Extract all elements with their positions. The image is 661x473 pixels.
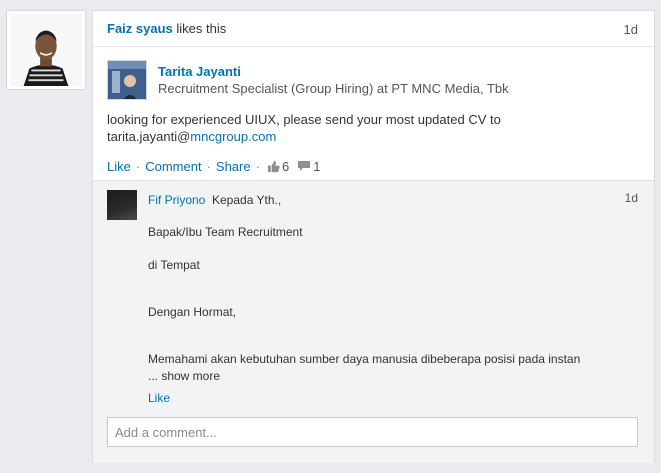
activity-time: 1d — [623, 22, 638, 37]
email-domain-link[interactable]: mncgroup.com — [190, 129, 276, 144]
activity-header: Faiz syaus likes this 1d — [93, 11, 654, 47]
comment-line: Dengan Hormat, — [148, 305, 237, 319]
comment-line: Bapak/Ibu Team Recruitment — [148, 225, 303, 239]
add-comment-input[interactable] — [107, 417, 638, 447]
post-text-line: looking for experienced UIUX, please sen… — [107, 112, 501, 127]
comment-line: Memahami akan kebutuhan sumber daya manu… — [148, 352, 581, 366]
like-count[interactable]: 6 — [282, 159, 289, 174]
author-photo — [108, 61, 146, 99]
email-user: tarita.jayanti@ — [107, 129, 191, 144]
separator: · — [135, 158, 141, 174]
comment-line: di Tempat — [148, 258, 200, 272]
comment-author-avatar[interactable] — [107, 190, 137, 220]
actor-avatar[interactable] — [6, 10, 86, 90]
separator: · — [255, 158, 260, 174]
comment-time: 1d — [624, 191, 638, 205]
comment-count[interactable]: 1 — [313, 159, 320, 174]
actor-photo — [10, 14, 82, 86]
activity-text: likes this — [172, 21, 227, 36]
comment-button[interactable]: Comment — [145, 159, 201, 174]
feed-card: Faiz syaus likes this 1d Tarita Jayanti … — [92, 10, 655, 463]
separator: · — [206, 158, 211, 174]
author-avatar[interactable] — [107, 60, 147, 100]
author-name[interactable]: Tarita Jayanti — [158, 64, 241, 79]
comments-section: Fif Priyono Kepada Yth., 1d Bapak/Ibu Te… — [93, 180, 654, 463]
post-actions: Like · Comment · Share · 6 1 — [93, 157, 654, 175]
comment-author-name[interactable]: Fif Priyono — [148, 193, 205, 207]
share-button[interactable]: Share — [216, 159, 251, 174]
show-more-link[interactable]: ... show more — [148, 369, 220, 383]
like-button[interactable]: Like — [107, 159, 131, 174]
speech-bubble-icon — [298, 161, 311, 171]
comment-line: Kepada Yth., — [212, 193, 282, 207]
author-headline: Recruitment Specialist (Group Hiring) at… — [158, 81, 509, 96]
post-body: looking for experienced UIUX, please sen… — [93, 111, 654, 145]
actor-name[interactable]: Faiz syaus — [107, 21, 173, 36]
post-email: tarita.jayanti@mncgroup.com — [107, 128, 640, 145]
post-author: Tarita Jayanti Recruitment Specialist (G… — [93, 60, 654, 110]
thumbs-up-icon — [267, 160, 280, 172]
comment-like-button[interactable]: Like — [148, 391, 170, 405]
